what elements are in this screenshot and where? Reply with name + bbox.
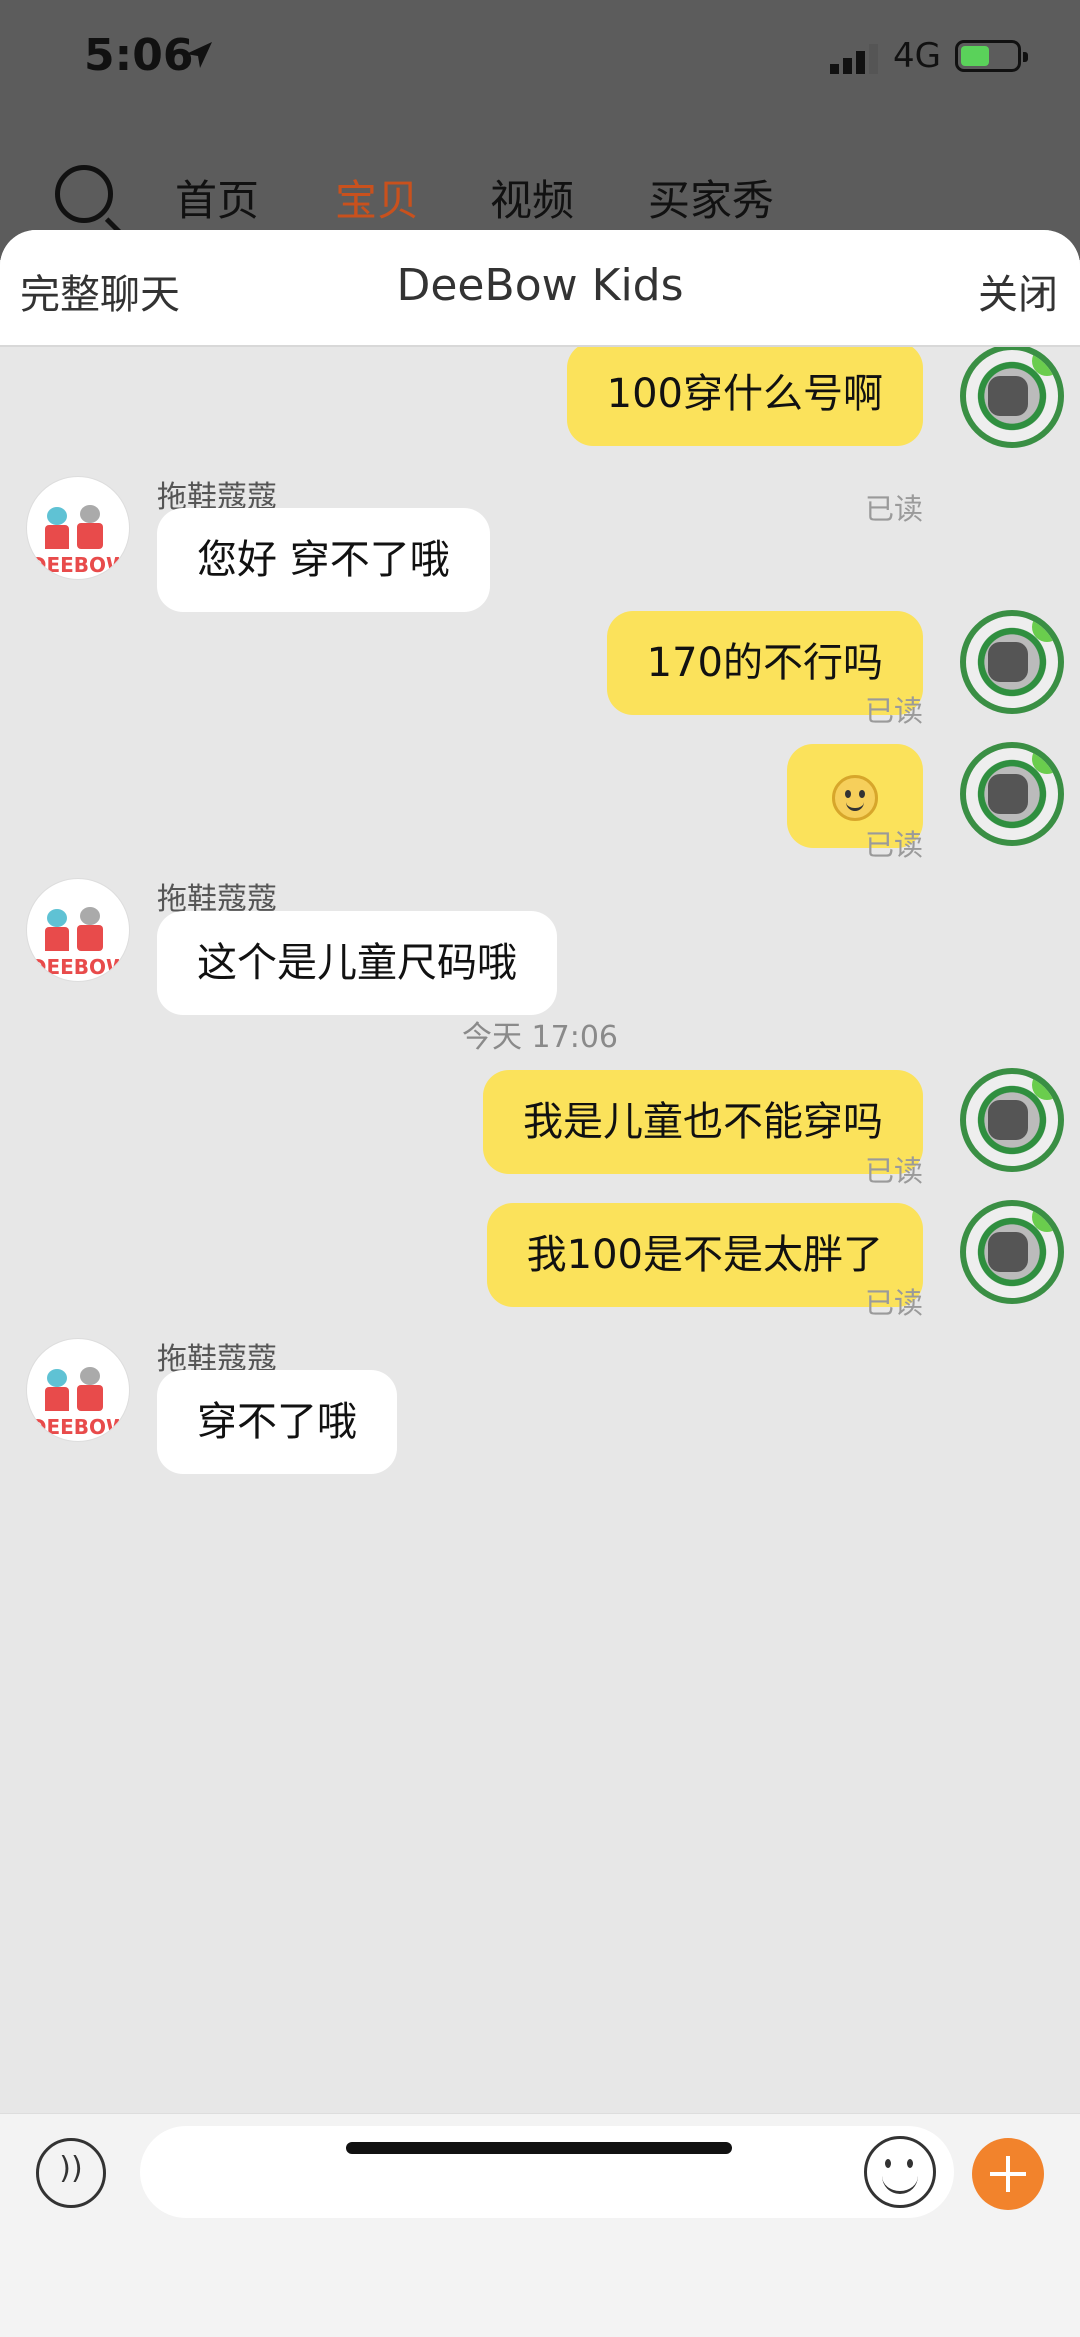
my-avatar[interactable] [960, 1200, 1064, 1304]
chat-sheet: 165 已读 100穿什么号啊 已读 DEEBOW 拖鞋蔻蔻 您好 穿不了哦 1… [0, 230, 1080, 2337]
smile-emoji-icon [832, 775, 878, 821]
my-avatar[interactable] [960, 344, 1064, 448]
bg-tab-home: 首页 [175, 176, 260, 225]
signal-icon [830, 44, 878, 74]
message-input[interactable] [140, 2126, 954, 2218]
message-bubble-incoming[interactable]: 您好 穿不了哦 [157, 508, 490, 612]
background-nav: 首页 宝贝 视频 买家秀 [0, 155, 1080, 242]
message-bubble-outgoing[interactable]: 100穿什么号啊 [566, 342, 923, 446]
message-bubble-incoming[interactable]: 这个是儿童尺码哦 [157, 911, 557, 1015]
message-bubble-outgoing[interactable]: 我100是不是太胖了 [486, 1203, 923, 1307]
message-bubble-outgoing[interactable]: 我是儿童也不能穿吗 [483, 1070, 923, 1174]
message-list[interactable]: 165 已读 100穿什么号啊 已读 DEEBOW 拖鞋蔻蔻 您好 穿不了哦 1… [0, 230, 1080, 2113]
voice-icon: )) [59, 2151, 83, 2186]
bg-tab-video: 视频 [490, 176, 575, 225]
shop-avatar[interactable]: DEEBOW [26, 878, 130, 982]
my-avatar[interactable] [960, 1068, 1064, 1172]
chat-header: 完整聊天 DeeBow Kids 关闭 [0, 230, 1080, 347]
chat-timestamp: 今天 17:06 [462, 1020, 618, 1055]
status-time: 5:06 [84, 30, 194, 81]
read-status: 已读 [864, 1286, 923, 1320]
my-avatar[interactable] [960, 610, 1064, 714]
shop-avatar[interactable]: DEEBOW [26, 476, 130, 580]
close-button[interactable]: 关闭 [978, 262, 1058, 320]
my-avatar[interactable] [960, 742, 1064, 846]
background-app: 5:06 4G 首页 宝贝 视频 买家秀 [0, 0, 1080, 260]
network-type: 4G [893, 36, 941, 76]
read-status: 已读 [864, 1154, 923, 1188]
read-status: 已读 [864, 828, 923, 862]
search-icon [55, 165, 113, 223]
message-bubble-incoming[interactable]: 穿不了哦 [157, 1370, 397, 1474]
location-arrow-icon [186, 42, 212, 68]
status-bar: 5:06 4G [0, 0, 1080, 120]
shop-avatar[interactable]: DEEBOW [26, 1338, 130, 1442]
bg-tab-items: 宝贝 [335, 167, 420, 242]
shop-title: DeeBow Kids [396, 260, 684, 311]
read-status: 已读 [864, 492, 923, 526]
more-options-button[interactable] [972, 2138, 1044, 2210]
bg-tab-buyer-show: 买家秀 [648, 176, 775, 225]
home-indicator [346, 2142, 732, 2154]
emoji-button[interactable] [864, 2136, 936, 2208]
read-status: 已读 [864, 694, 923, 728]
voice-input-button[interactable]: )) [36, 2138, 106, 2208]
battery-icon [955, 40, 1028, 72]
